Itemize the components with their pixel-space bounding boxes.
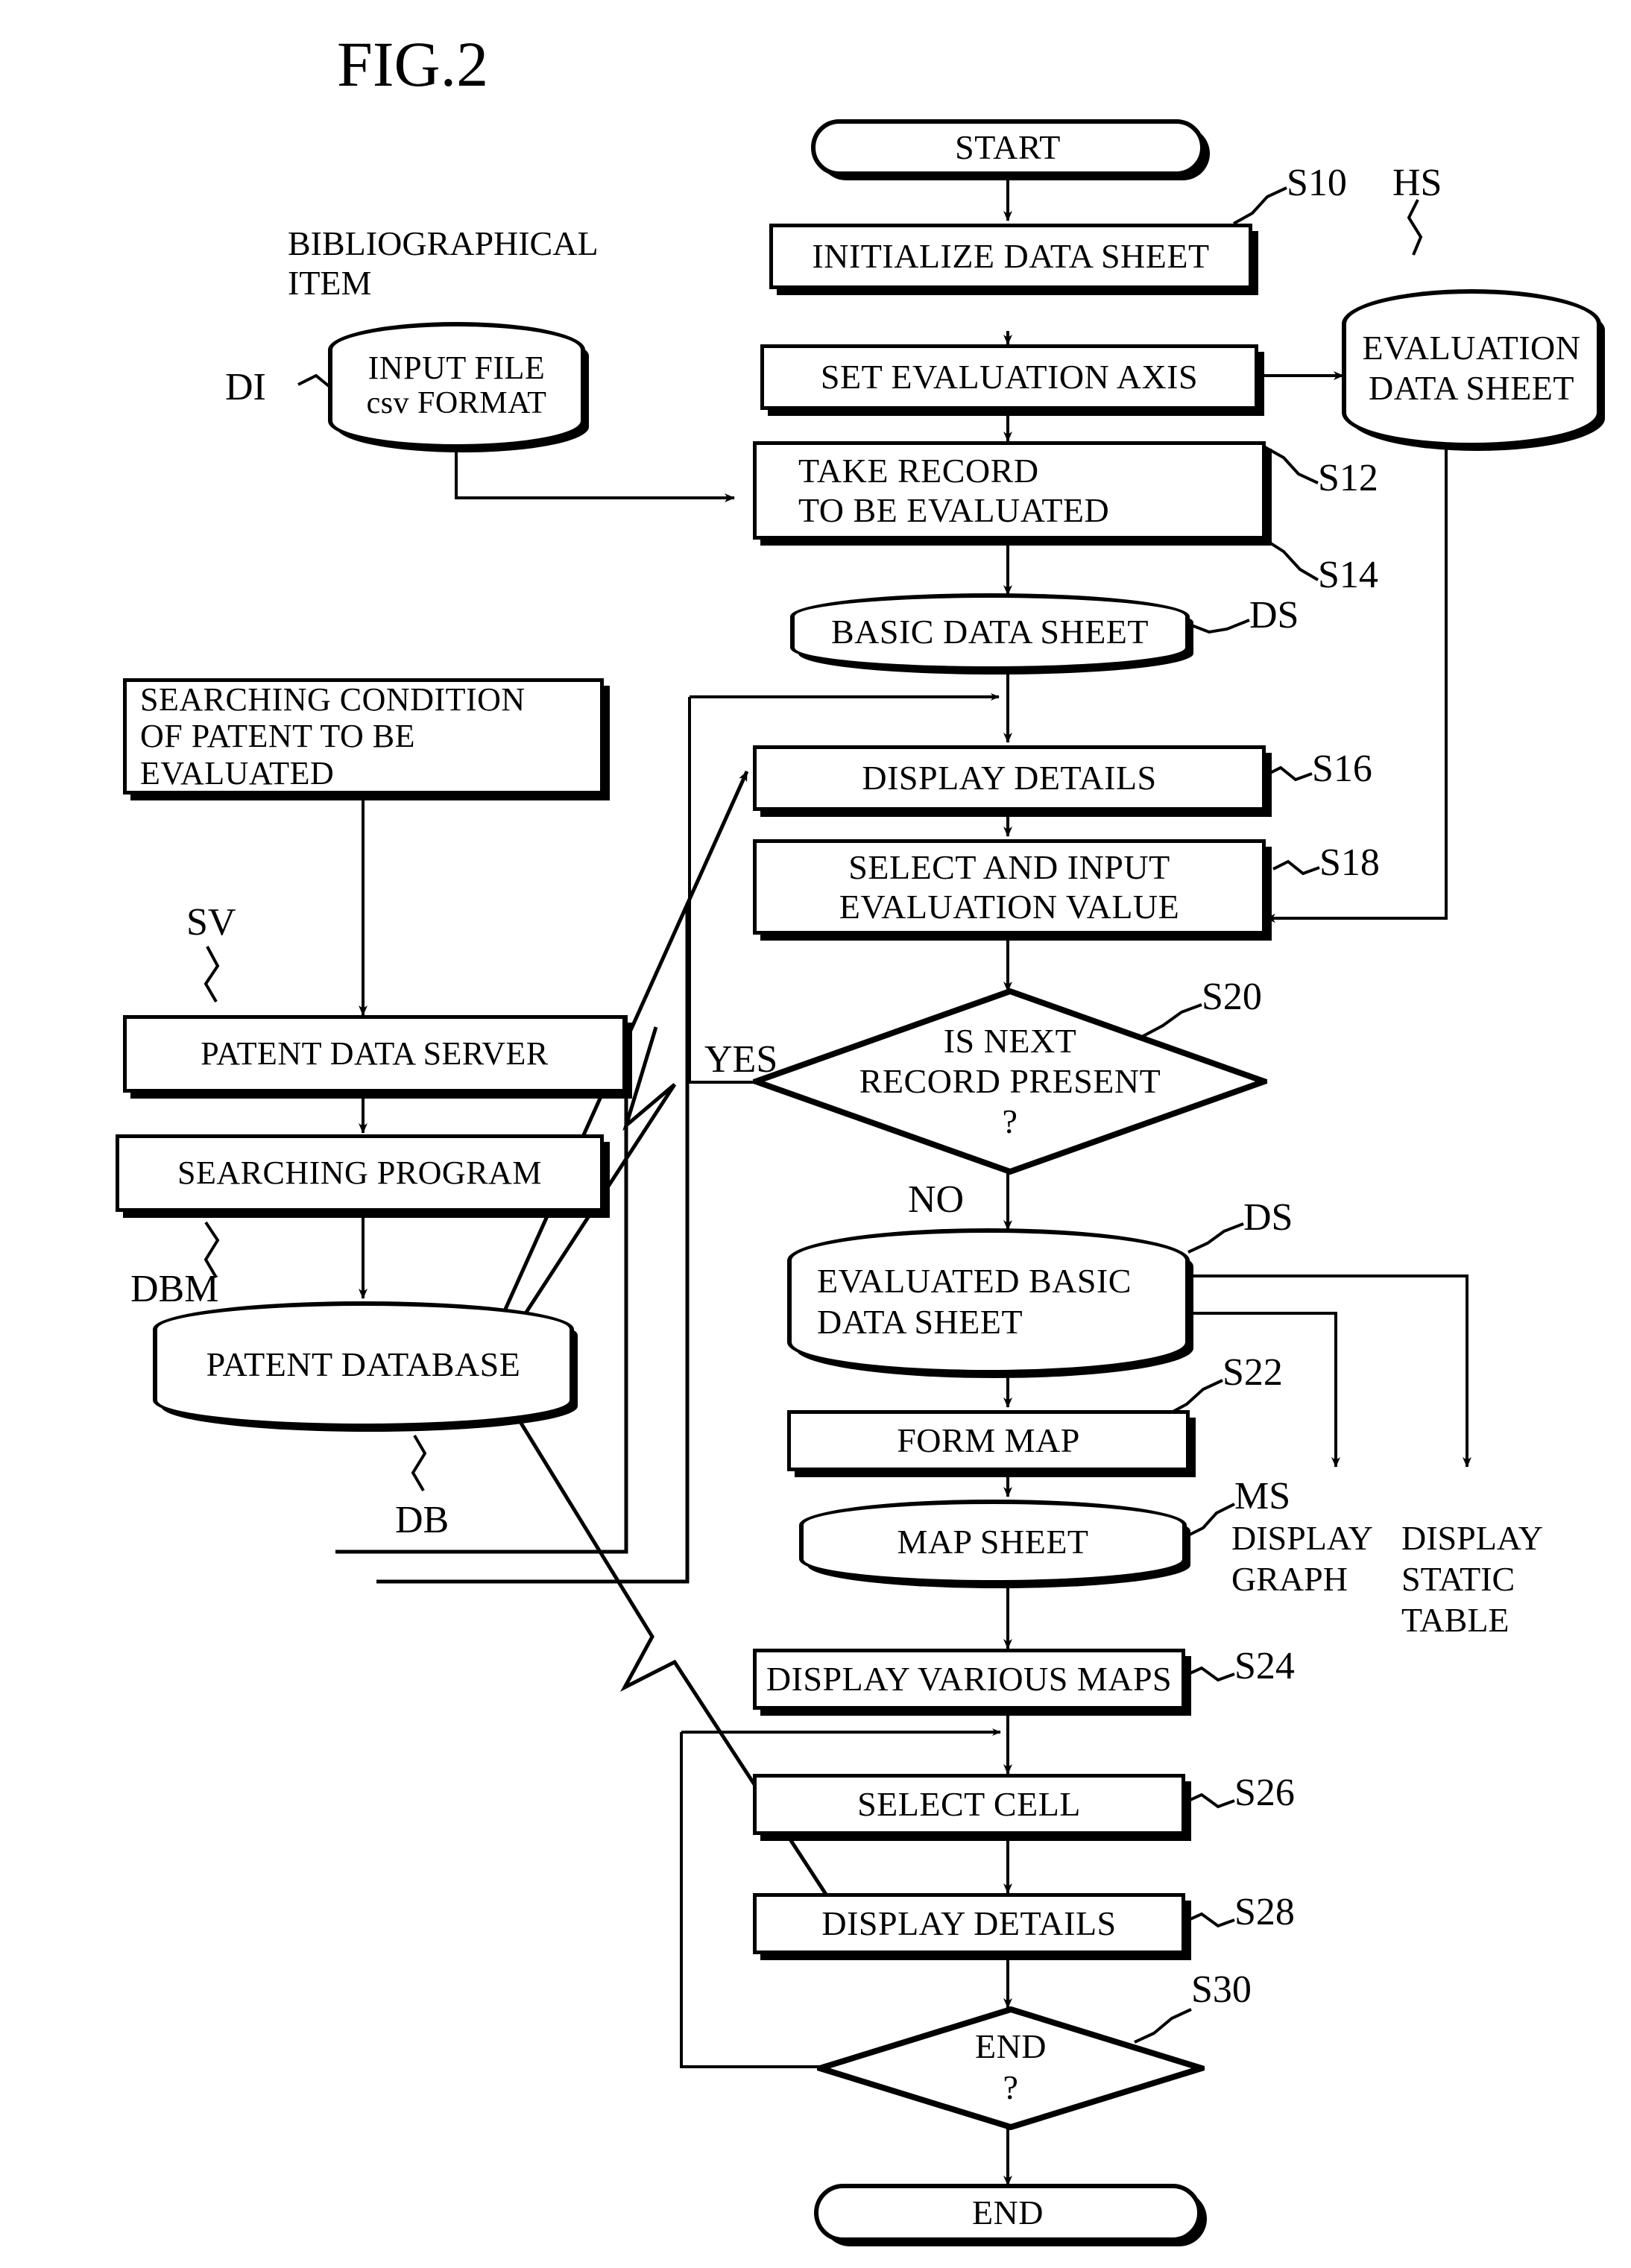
node-start-label: START	[955, 128, 1061, 167]
label-ds-mid: DS	[1243, 1196, 1293, 1239]
node-display-details-2: DISPLAY DETAILS	[753, 1893, 1185, 1954]
node-form-map-label: FORM MAP	[897, 1421, 1080, 1460]
node-select-and-input-label: SELECT AND INPUT EVALUATION VALUE	[839, 847, 1180, 926]
node-input-file-label: INPUT FILE	[367, 349, 546, 386]
node-select-and-input: SELECT AND INPUT EVALUATION VALUE	[753, 839, 1266, 935]
node-searching-condition: SEARCHING CONDITION OF PATENT TO BE EVAL…	[123, 678, 604, 795]
node-evaluation-data-sheet: EVALUATION DATA SHEET	[1342, 289, 1601, 447]
node-searching-condition-label: SEARCHING CONDITION OF PATENT TO BE EVAL…	[140, 681, 526, 792]
label-dbm: DBM	[130, 1268, 219, 1310]
node-display-various-maps: DISPLAY VARIOUS MAPS	[753, 1649, 1185, 1710]
step-tag-s10: S10	[1287, 162, 1347, 204]
node-patent-data-server: PATENT DATA SERVER	[123, 1015, 626, 1093]
label-di: DI	[225, 366, 266, 408]
step-tag-s30: S30	[1191, 1968, 1252, 2011]
node-set-evaluation-axis: SET EVALUATION AXIS	[760, 344, 1258, 410]
node-patent-data-server-label: PATENT DATA SERVER	[201, 1035, 549, 1073]
node-select-cell: SELECT CELL	[753, 1774, 1185, 1835]
node-display-details-1: DISPLAY DETAILS	[753, 745, 1266, 811]
node-basic-data-sheet-label: BASIC DATA SHEET	[830, 613, 1149, 651]
node-set-evaluation-axis-label: SET EVALUATION AXIS	[820, 358, 1199, 397]
figure-canvas: FIG.2 BIBLIOGRAPHICAL ITEM INPUT FILE cs…	[0, 0, 1631, 2268]
node-searching-program: SEARCHING PROGRAM	[116, 1134, 604, 1212]
label-sv: SV	[186, 901, 236, 944]
figure-title: FIG.2	[337, 28, 489, 100]
node-initialize-data-sheet-label: INITIALIZE DATA SHEET	[812, 237, 1210, 276]
label-ds-top: DS	[1249, 594, 1299, 637]
node-select-cell-label: SELECT CELL	[857, 1785, 1081, 1824]
node-initialize-data-sheet: INITIALIZE DATA SHEET	[769, 224, 1252, 289]
step-tag-s16: S16	[1312, 748, 1372, 790]
node-is-next-record-label: IS NEXT RECORD PRESENT ?	[859, 1021, 1161, 1141]
label-ms: MS	[1234, 1475, 1291, 1517]
node-take-record: TAKE RECORD TO BE EVALUATED	[753, 441, 1266, 540]
step-tag-s12: S12	[1318, 457, 1378, 499]
node-form-map: FORM MAP	[787, 1410, 1190, 1471]
node-input-file: INPUT FILE csv FORMAT	[328, 322, 585, 449]
step-tag-s26: S26	[1234, 1772, 1295, 1814]
node-evaluated-basic-data-sheet-label: EVALUATED BASIC DATA SHEET	[817, 1261, 1132, 1341]
node-evaluated-basic-data-sheet: EVALUATED BASIC DATA SHEET	[787, 1228, 1190, 1374]
node-display-details-2-label: DISPLAY DETAILS	[821, 1904, 1117, 1943]
node-display-various-maps-label: DISPLAY VARIOUS MAPS	[766, 1660, 1173, 1699]
node-searching-program-label: SEARCHING PROGRAM	[177, 1154, 542, 1192]
label-db: DB	[395, 1499, 449, 1541]
step-tag-s18: S18	[1319, 841, 1380, 884]
step-tag-s20: S20	[1202, 976, 1262, 1018]
label-display-graph: DISPLAY GRAPH	[1231, 1519, 1374, 1599]
node-map-sheet: MAP SHEET	[799, 1500, 1187, 1585]
node-patent-database: PATENT DATABASE	[153, 1301, 574, 1428]
edge-label-yes: YES	[704, 1038, 778, 1081]
node-end-label: END	[971, 2193, 1044, 2232]
node-input-file-sublabel: csv FORMAT	[366, 386, 547, 421]
step-tag-s28: S28	[1234, 1891, 1295, 1933]
step-tag-s14: S14	[1318, 554, 1378, 596]
node-take-record-label: TAKE RECORD TO BE EVALUATED	[798, 451, 1110, 529]
node-end-decision: END ?	[817, 2005, 1205, 2129]
label-hs: HS	[1392, 162, 1442, 204]
node-start: START	[811, 119, 1205, 176]
node-is-next-record: IS NEXT RECORD PRESENT ?	[753, 988, 1267, 1175]
node-basic-data-sheet: BASIC DATA SHEET	[790, 593, 1190, 671]
node-map-sheet-label: MAP SHEET	[897, 1523, 1089, 1561]
node-display-details-1-label: DISPLAY DETAILS	[862, 759, 1157, 797]
step-tag-s24: S24	[1234, 1645, 1295, 1687]
label-display-static-table: DISPLAY STATIC TABLE	[1401, 1519, 1544, 1640]
bibliographical-item-label: BIBLIOGRAPHICAL ITEM	[288, 224, 599, 302]
step-tag-s22: S22	[1223, 1351, 1283, 1394]
node-end-decision-label: END ?	[974, 2027, 1047, 2106]
node-patent-database-label: PATENT DATABASE	[206, 1345, 521, 1384]
node-end: END	[814, 2184, 1202, 2242]
node-evaluation-data-sheet-label: EVALUATION DATA SHEET	[1362, 328, 1581, 407]
edge-label-no: NO	[908, 1178, 965, 1221]
